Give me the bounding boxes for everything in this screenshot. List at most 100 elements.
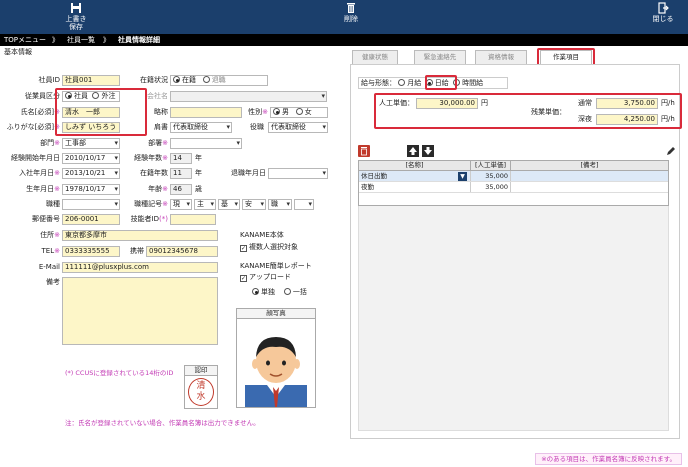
table-empty-area (358, 206, 669, 431)
row-dropdown-icon[interactable]: ▼ (458, 172, 467, 181)
name-label: 氏名[必須] (20, 108, 55, 116)
upload-label: アップロード (249, 273, 291, 281)
tech-id-label-wrap: 技能者ID(*) (122, 214, 168, 225)
title-select[interactable]: 代表取締役 (170, 122, 232, 133)
roster-note: ※のある項目は、作業員名簿に反映されます。 (535, 453, 682, 465)
company-select[interactable] (170, 91, 327, 102)
tel-field[interactable]: 0333335555 (62, 246, 120, 257)
mobile-field[interactable]: 09012345678 (146, 246, 218, 257)
upload-option: ✓ アップロード (240, 272, 291, 282)
note-label: 備考 (46, 278, 60, 286)
tenure-label: 在籍年数 (140, 169, 168, 177)
seal-title: 認印 (185, 366, 217, 376)
row-note (511, 171, 668, 181)
section-label-wrap: 部署※ (128, 138, 168, 149)
name-label-wrap: 氏名[必須]※ (10, 107, 60, 118)
leave-date-select[interactable] (268, 168, 328, 179)
section-select[interactable] (170, 138, 242, 149)
upload-bulk-radio[interactable] (283, 288, 291, 295)
tel-label: TEL (41, 247, 55, 255)
gender-female-label: 女 (304, 108, 312, 116)
join-date-select[interactable]: 2013/10/21 (62, 168, 120, 179)
addr-label: 住所 (40, 231, 55, 239)
table-row[interactable]: 休日出勤 35,000 (359, 171, 668, 182)
email-field[interactable]: 111111@plusxplus.com (62, 262, 218, 273)
gender-label: 性別 (248, 108, 263, 116)
seal-char-1: 清 (196, 381, 206, 391)
table-row[interactable]: 夜勤 35,000 (359, 182, 668, 193)
dept-label-wrap: 部門※ (10, 138, 60, 149)
upload-single-label: 単独 (261, 288, 275, 296)
pencil-icon[interactable] (666, 146, 676, 156)
status-radio-group: 在籍 退職 (170, 75, 268, 86)
age-label: 年齢 (148, 185, 163, 193)
header-note: [備考] (580, 161, 599, 169)
tab-health[interactable]: 健康状態 (352, 50, 398, 64)
status-active-radio[interactable] (173, 76, 180, 83)
jobcode-select-5[interactable]: 職 (268, 199, 292, 210)
age-field: 46 (170, 184, 192, 195)
move-up-icon[interactable] (407, 145, 419, 157)
tab-qualifications[interactable]: 資格情報 (475, 50, 527, 64)
breadcrumb-employee-list[interactable]: 社員一覧 (67, 34, 95, 46)
breadcrumb: TOPメニュー 》 社員一覧 》 社員情報詳細 (0, 34, 688, 46)
exp-years-label-wrap: 経験年数※ (128, 153, 168, 164)
row-price: 35,000 (471, 182, 511, 192)
breadcrumb-top-menu[interactable]: TOPメニュー (4, 34, 46, 46)
birth-select[interactable]: 1978/10/17 (62, 184, 120, 195)
join-required-mark: ※ (54, 169, 60, 177)
addr-field[interactable]: 東京都多摩市 (62, 230, 218, 241)
job-select[interactable] (62, 199, 120, 210)
note-textarea[interactable] (62, 277, 218, 345)
exp-start-select[interactable]: 2010/10/17 (62, 153, 120, 164)
pay-monthly-radio[interactable] (398, 79, 406, 86)
jobcode-label-wrap: 職種記号※ (122, 199, 168, 210)
jobcode-select-6[interactable] (294, 199, 314, 210)
email-label: E-Mail (38, 263, 60, 271)
mobile-label: 携帯 (130, 247, 144, 255)
move-down-icon[interactable] (422, 145, 434, 157)
breadcrumb-separator: 》 (103, 36, 110, 44)
photo-box[interactable]: 顔写真 (236, 308, 316, 408)
abbr-field[interactable] (170, 107, 242, 118)
gender-female-radio[interactable] (295, 108, 303, 115)
upload-mode-group: 単独 一括 (252, 287, 307, 297)
upload-checkbox[interactable]: ✓ (240, 275, 247, 282)
trash-row-icon[interactable] (358, 145, 370, 157)
job-label: 職種 (46, 200, 60, 208)
gender-male-radio[interactable] (273, 108, 280, 115)
tech-id-required-mark: (*) (159, 215, 168, 223)
status-retired-radio[interactable] (202, 76, 210, 83)
seal-box[interactable]: 認印 清 水 (184, 365, 218, 409)
row-name: 休日出勤 (359, 171, 471, 181)
jobcode-select-1[interactable]: 現 (170, 199, 192, 210)
multi-select-checkbox[interactable]: ✓ (240, 245, 247, 252)
close-button[interactable]: 閉じる (646, 2, 680, 23)
toolbar: 上書き 保存 削除 閉じる (0, 0, 688, 34)
ccus-note: (*) CCUSに登録されている14桁のID (65, 369, 174, 377)
exp-years-unit: 年 (195, 154, 202, 162)
birth-label-wrap: 生年月日※ (0, 184, 60, 195)
zip-field[interactable]: 206-0001 (62, 214, 120, 225)
delete-button[interactable]: 削除 (334, 2, 368, 23)
category-name-highlight (55, 88, 147, 136)
age-required-mark: ※ (162, 185, 168, 193)
save-icon (71, 3, 81, 13)
tech-id-field[interactable] (170, 214, 216, 225)
position-select[interactable]: 代表取締役 (268, 122, 328, 133)
tenure-field: 11 (170, 168, 192, 179)
kaname-title: KANAME本体 (240, 231, 284, 239)
jobcode-select-3[interactable]: 基 (218, 199, 240, 210)
dept-select[interactable]: 工事部 (62, 138, 120, 149)
jobcode-select-2[interactable]: 主 (194, 199, 216, 210)
jobcode-select-4[interactable]: 安 (242, 199, 266, 210)
tenure-unit: 年 (195, 169, 202, 177)
tab-emergency-contact[interactable]: 緊急連絡先 (414, 50, 466, 64)
employee-id-field[interactable]: 社員001 (62, 75, 120, 86)
header-price: [人工単価] (471, 161, 511, 170)
upload-single-radio[interactable] (252, 288, 259, 295)
pay-monthly-label: 月給 (407, 79, 422, 87)
age-label-wrap: 年齢※ (128, 184, 168, 195)
status-active-label: 在籍 (182, 76, 196, 84)
save-button[interactable]: 上書き 保存 (58, 2, 94, 31)
